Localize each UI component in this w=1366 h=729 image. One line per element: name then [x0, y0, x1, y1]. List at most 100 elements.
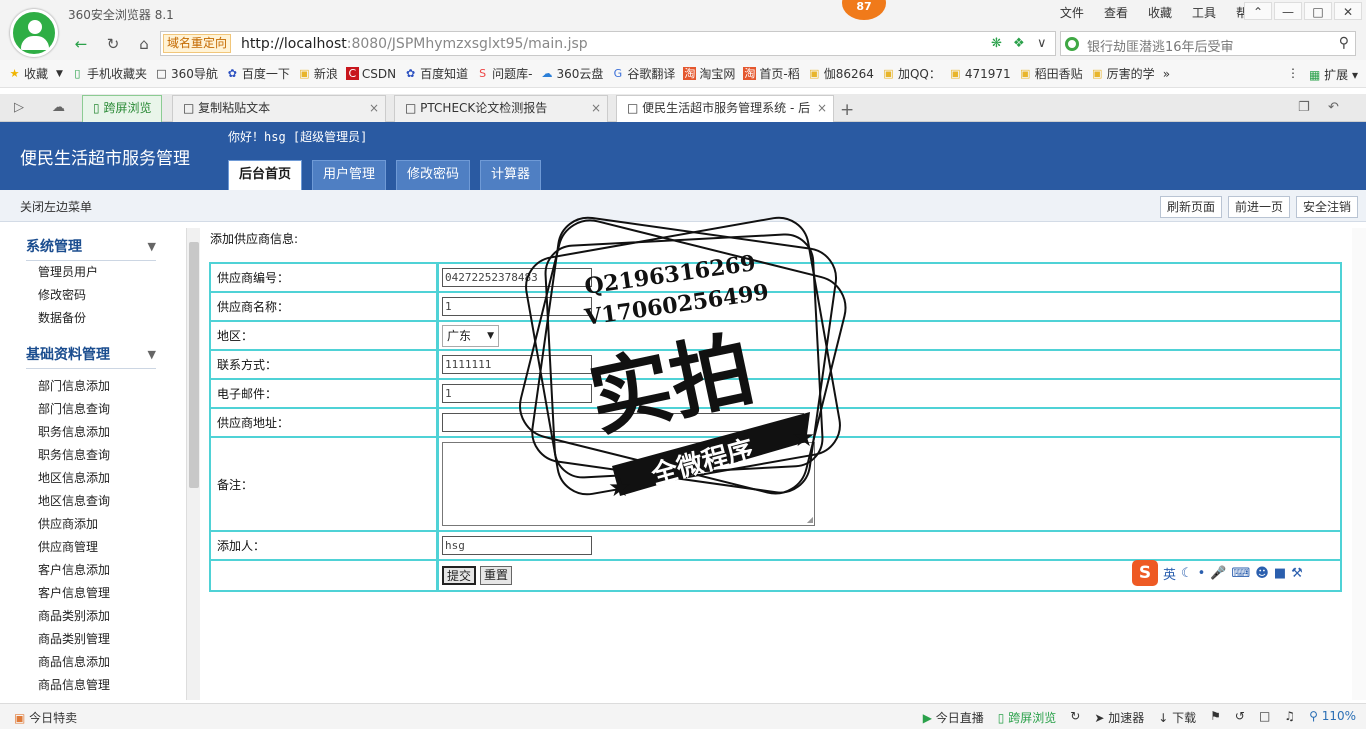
menu-item[interactable]: 商品信息添加 [26, 651, 156, 674]
new-tab-button[interactable]: + [840, 100, 854, 120]
menu-item[interactable]: 供应商管理 [26, 536, 156, 559]
chevron-down-icon[interactable]: ∨ [1037, 36, 1047, 51]
search-input[interactable]: 银行劫匪潜逃16年后受审 [1087, 36, 1234, 55]
tab-list-icon[interactable]: ❐ [1298, 100, 1310, 115]
url-text[interactable]: http://localhost:8080/JSPMhymzxsglxt95/m… [241, 36, 588, 52]
wrench-icon[interactable]: ⚒ [1291, 566, 1303, 581]
menu-item[interactable]: 商品信息管理 [26, 674, 156, 697]
user-icon[interactable]: ☻ [1255, 566, 1269, 581]
zoom-level[interactable]: ⚲ 110% [1309, 709, 1356, 726]
menu-item[interactable]: 部门信息查询 [26, 398, 156, 421]
bookmark-item[interactable]: ▣ 伽86264 [808, 65, 874, 82]
sidebar-scrollbar[interactable] [186, 228, 200, 700]
punctuation-icon[interactable]: • [1198, 566, 1206, 581]
menu-item[interactable]: 职务信息查询 [26, 444, 156, 467]
close-left-menu-link[interactable]: 关闭左边菜单 [20, 198, 92, 215]
tab-supermarket[interactable]: □ 便民生活超市服务管理系统 - 后 × [616, 95, 834, 122]
tab-calculator[interactable]: 计算器 [480, 160, 542, 190]
more-icon[interactable]: ⋮ [1287, 66, 1299, 83]
search-engine-icon[interactable] [1065, 37, 1079, 51]
minimize-button[interactable]: — [1274, 2, 1302, 20]
home-icon[interactable]: ⌂ [133, 34, 155, 54]
live-link[interactable]: ▶ 今日直播 [923, 709, 984, 726]
bookmark-item[interactable]: C CSDN [345, 67, 396, 81]
ime-language-toggle[interactable]: 英 [1163, 564, 1176, 583]
email-input[interactable]: 1 [442, 384, 592, 403]
bookmark-favorites[interactable]: ★ 收藏 ▼ [8, 65, 63, 82]
refresh-icon[interactable]: ↻ [102, 34, 124, 54]
bookmark-item[interactable]: ▣ 厉害的学 [1091, 65, 1155, 82]
menu-item-change-password[interactable]: 修改密码 [26, 284, 156, 307]
tab-dashboard[interactable]: 后台首页 [228, 160, 303, 190]
menu-favorites[interactable]: 收藏 [1138, 4, 1182, 21]
menu-item[interactable]: 供应商添加 [26, 513, 156, 536]
menu-item[interactable]: 客户信息管理 [26, 582, 156, 605]
menu-item[interactable]: 地区信息查询 [26, 490, 156, 513]
bookmarks-more[interactable]: » [1163, 67, 1170, 81]
close-tab-icon[interactable]: × [591, 96, 601, 121]
menu-group-title[interactable]: 基础资料管理 ▼ [26, 344, 156, 369]
daily-deals-link[interactable]: ▣ 今日特卖 [14, 709, 77, 726]
skin-icon[interactable]: ⌃ [1244, 2, 1272, 20]
menu-item[interactable]: 职务信息添加 [26, 421, 156, 444]
back-arrow-icon[interactable]: ← [70, 34, 92, 54]
bookmark-item[interactable]: ☁ 360云盘 [540, 65, 603, 82]
moon-icon[interactable]: ☾ [1181, 566, 1193, 581]
bookmark-item[interactable]: G 谷歌翻译 [611, 65, 676, 82]
keyboard-icon[interactable]: ⌨ [1232, 566, 1251, 581]
bookmark-item[interactable]: ✿ 百度一下 [226, 65, 290, 82]
bookmark-item[interactable]: ▣ 稻田香贴 [1019, 65, 1083, 82]
tab-copy-text[interactable]: □ 复制粘贴文本 × [172, 95, 386, 122]
menu-item-admin-users[interactable]: 管理员用户 [26, 261, 156, 284]
maximize-button[interactable]: □ [1304, 2, 1332, 20]
download-link[interactable]: ↓ 下载 [1158, 709, 1196, 726]
notification-badge[interactable]: 87 [842, 0, 886, 20]
undo-close-icon[interactable]: ↶ [1328, 100, 1339, 115]
menu-file[interactable]: 文件 [1050, 4, 1094, 21]
close-tab-icon[interactable]: × [369, 96, 379, 121]
close-tab-icon[interactable]: × [817, 96, 827, 121]
sogou-logo-icon[interactable]: S [1132, 560, 1158, 586]
scrollbar-thumb[interactable] [189, 242, 199, 488]
bookmark-item[interactable]: 淘淘宝网 [683, 65, 735, 82]
submit-button[interactable]: 提交 [442, 566, 477, 585]
tab-user-management[interactable]: 用户管理 [312, 160, 387, 190]
bookmark-item[interactable]: ▯ 手机收藏夹 [71, 65, 147, 82]
close-window-button[interactable]: ✕ [1334, 2, 1362, 20]
supplier-no-input[interactable]: 04272252378483 [442, 268, 592, 287]
bookmark-item[interactable]: ▣ 471971 [949, 67, 1011, 81]
menu-item-backup[interactable]: 数据备份 [26, 307, 156, 330]
sync-icon[interactable]: ↺ [1235, 709, 1245, 726]
secure-icon[interactable]: ❋ [991, 36, 1002, 51]
forward-page-button[interactable]: 前进一页 [1227, 196, 1290, 218]
address-bar[interactable]: 域名重定向 http://localhost:8080/JSPMhymzxsgl… [160, 31, 1056, 56]
menu-group-title[interactable]: 系统管理 ▼ [26, 236, 156, 261]
bookmark-item[interactable]: □ 360导航 [155, 65, 218, 82]
shirt-icon[interactable]: ■ [1274, 566, 1286, 581]
menu-item[interactable]: 商品类别添加 [26, 605, 156, 628]
bookmark-item[interactable]: 淘首页-稻 [743, 65, 800, 82]
bookmark-item[interactable]: S 问题库- [476, 65, 532, 82]
flag-icon[interactable]: ⚑ [1210, 709, 1221, 726]
tab-change-password[interactable]: 修改密码 [396, 160, 471, 190]
menu-item[interactable]: 部门信息添加 [26, 375, 156, 398]
redirect-badge[interactable]: 域名重定向 [163, 34, 232, 53]
bookmark-item[interactable]: ▣ 新浪 [298, 65, 338, 82]
window-icon[interactable]: □ [1259, 709, 1270, 726]
menu-item[interactable]: 商品类别管理 [26, 628, 156, 651]
added-by-input[interactable]: hsg [442, 536, 592, 555]
logout-button[interactable]: 安全注销 [1295, 196, 1358, 218]
menu-view[interactable]: 查看 [1094, 4, 1138, 21]
speed-icon[interactable]: ❖ [1013, 36, 1025, 51]
refresh-page-button[interactable]: 刷新页面 [1159, 196, 1222, 218]
remark-textarea[interactable]: ◢ [442, 442, 815, 526]
reset-button[interactable]: 重置 [480, 566, 513, 585]
search-icon[interactable]: ⚲ [1339, 35, 1349, 51]
accelerator-link[interactable]: ➤ 加速器 [1094, 709, 1144, 726]
browser-logo-icon[interactable] [10, 9, 58, 57]
supplier-name-input[interactable]: 1 [442, 297, 592, 316]
menu-item[interactable]: 地区信息添加 [26, 467, 156, 490]
bookmark-item[interactable]: ▣ 加QQ： [882, 65, 941, 82]
bookmark-item[interactable]: ✿ 百度知道 [404, 65, 468, 82]
volume-icon[interactable]: ♫ [1284, 709, 1295, 726]
